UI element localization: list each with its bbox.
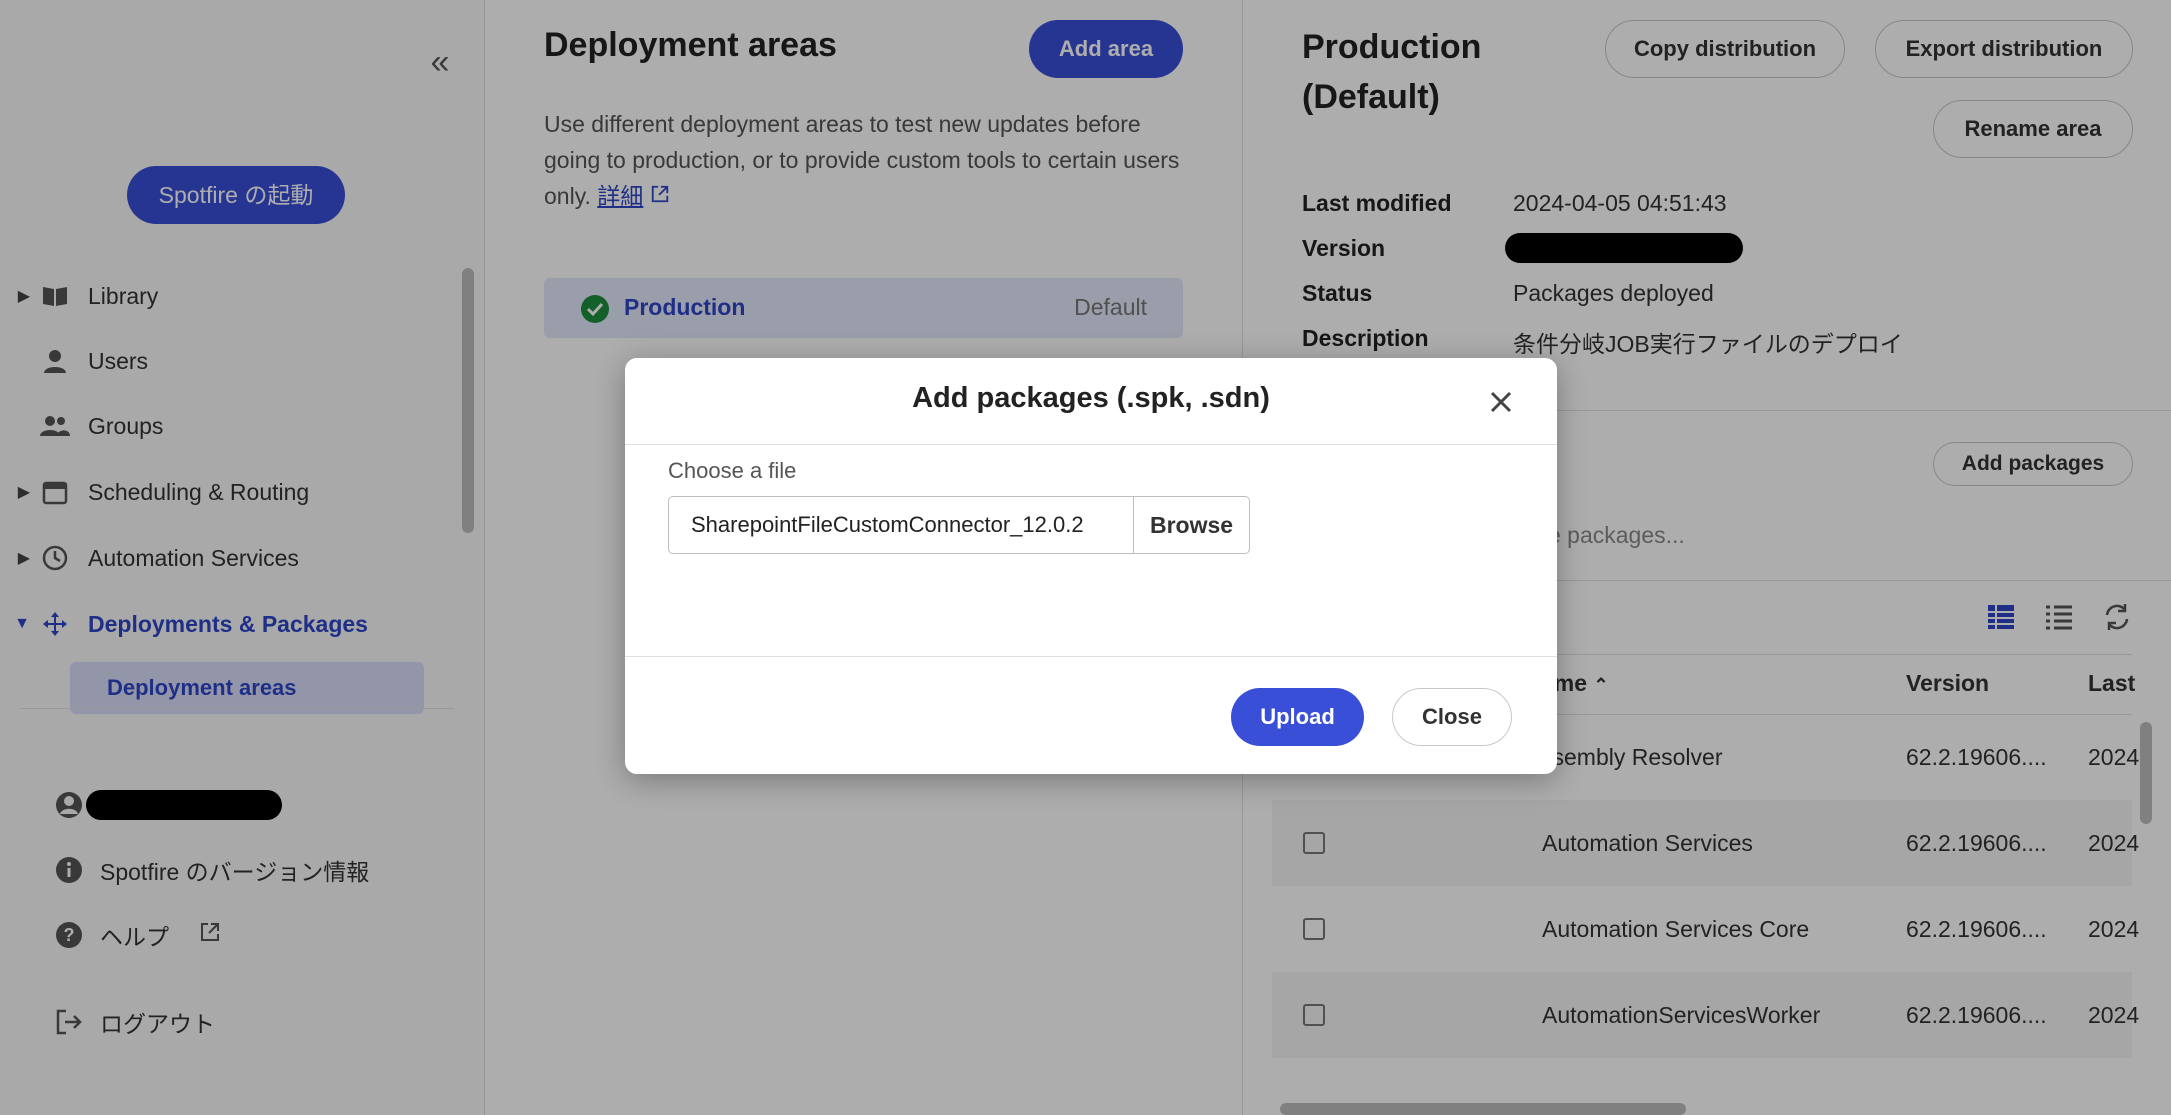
upload-button[interactable]: Upload xyxy=(1231,688,1364,746)
file-path-input[interactable]: SharepointFileCustomConnector_12.0.2 xyxy=(668,496,1134,554)
divider xyxy=(625,656,1557,657)
browse-button[interactable]: Browse xyxy=(1133,496,1250,554)
divider xyxy=(625,444,1557,445)
close-icon[interactable] xyxy=(1481,382,1521,422)
choose-file-label: Choose a file xyxy=(668,458,797,483)
close-button[interactable]: Close xyxy=(1392,688,1512,746)
add-packages-dialog: Add packages (.spk, .sdn) Choose a file … xyxy=(625,358,1557,774)
dialog-title: Add packages (.spk, .sdn) xyxy=(912,382,1270,414)
